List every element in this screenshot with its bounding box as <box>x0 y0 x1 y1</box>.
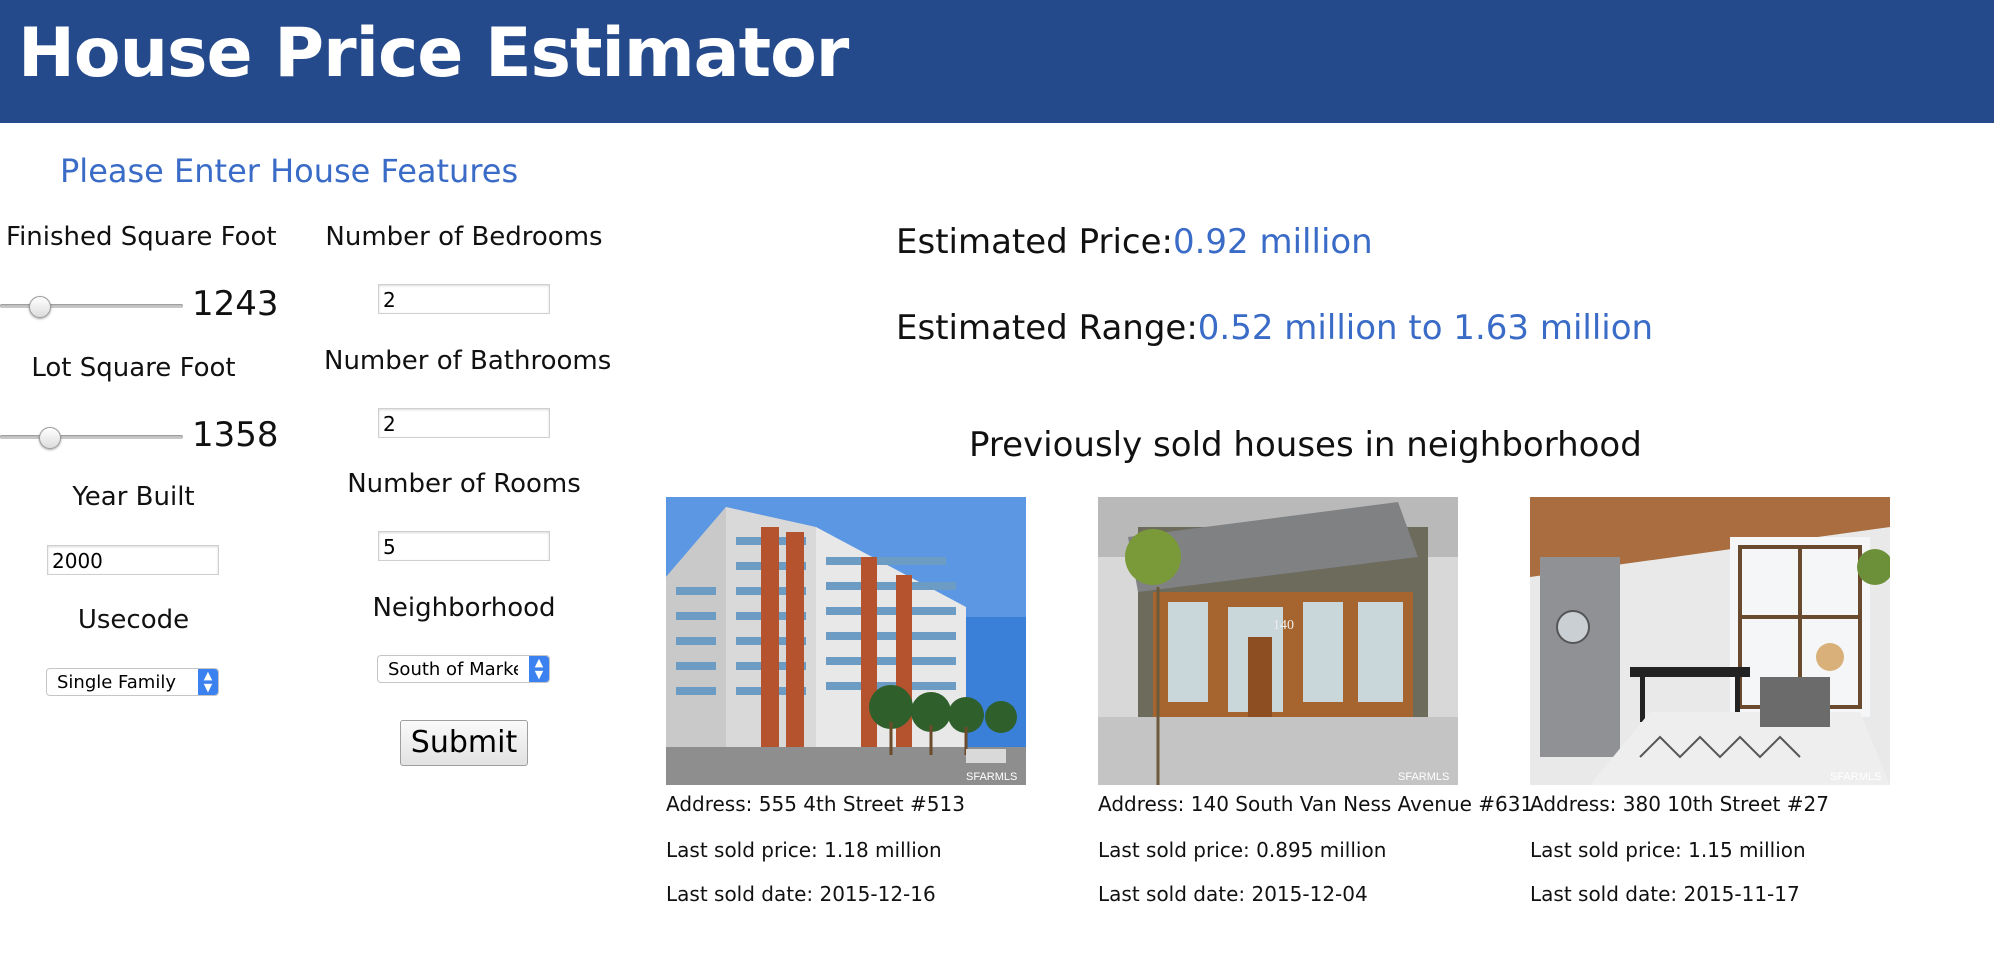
bathrooms-label: Number of Bathrooms <box>324 346 612 376</box>
neighborhood-label: Neighborhood <box>372 593 556 623</box>
neighborhood-select[interactable]: South of Market ▲ ▼ <box>377 655 550 683</box>
sqft-value: 1243 <box>192 284 279 324</box>
watermark-text: SFARMLS <box>1830 771 1881 783</box>
form-section-title: Please Enter House Features <box>60 152 519 190</box>
house-photo-3: SFARMLS <box>1530 497 1890 785</box>
select-arrows-icon[interactable]: ▲ ▼ <box>529 656 549 682</box>
estimated-price: Estimated Price:0.92 million <box>896 222 1373 262</box>
neighborhood-section-title: Previously sold houses in neighborhood <box>969 425 1642 465</box>
estimated-price-value: 0.92 million <box>1172 222 1373 262</box>
house-price-2: Last sold price: 0.895 million <box>1098 838 1387 862</box>
lot-label: Lot Square Foot <box>31 353 236 383</box>
neighborhood-selected: South of Market <box>388 659 518 680</box>
bedrooms-input[interactable]: 2 <box>378 284 550 314</box>
house-photo-2: 140 SFARMLS <box>1098 497 1458 785</box>
bedrooms-label: Number of Bedrooms <box>325 222 603 252</box>
estimated-range-value: 0.52 million to 1.63 million <box>1197 308 1654 348</box>
usecode-select[interactable]: Single Family ▲ ▼ <box>46 668 219 696</box>
house-address-2: Address: 140 South Van Ness Avenue #631 <box>1098 792 1534 816</box>
estimated-price-label: Estimated Price: <box>896 222 1173 262</box>
rooms-label: Number of Rooms <box>347 469 581 499</box>
house-price-1: Last sold price: 1.18 million <box>666 838 942 862</box>
sqft-slider-track[interactable] <box>0 304 183 308</box>
watermark-text: SFARMLS <box>1398 771 1449 783</box>
watermark-text: SFARMLS <box>966 771 1017 783</box>
lot-value: 1358 <box>192 415 279 455</box>
estimated-range: Estimated Range:0.52 million to 1.63 mil… <box>896 308 1653 348</box>
submit-button[interactable]: Submit <box>400 720 528 766</box>
usecode-label: Usecode <box>77 605 190 635</box>
sqft-label: Finished Square Foot <box>6 222 277 252</box>
house-date-1: Last sold date: 2015-12-16 <box>666 882 936 906</box>
house-price-3: Last sold price: 1.15 million <box>1530 838 1806 862</box>
lot-slider-thumb[interactable] <box>39 427 62 449</box>
header-bar: House Price Estimator <box>0 0 1994 123</box>
rooms-input[interactable]: 5 <box>378 531 550 561</box>
house-address-3: Address: 380 10th Street #27 <box>1530 792 1829 816</box>
usecode-selected: Single Family <box>57 672 176 693</box>
select-arrows-icon[interactable]: ▲ ▼ <box>198 669 218 695</box>
house-photo-1: SFARMLS <box>666 497 1026 785</box>
sqft-slider-thumb[interactable] <box>29 296 52 318</box>
estimated-range-label: Estimated Range: <box>896 308 1198 348</box>
bathrooms-input[interactable]: 2 <box>378 408 550 438</box>
house-address-1: Address: 555 4th Street #513 <box>666 792 965 816</box>
year-built-input[interactable]: 2000 <box>47 545 219 575</box>
lot-slider-track[interactable] <box>0 435 183 439</box>
year-built-label: Year Built <box>72 482 195 512</box>
house-date-3: Last sold date: 2015-11-17 <box>1530 882 1800 906</box>
house-date-2: Last sold date: 2015-12-04 <box>1098 882 1368 906</box>
page-title: House Price Estimator <box>18 14 849 93</box>
building-number: 140 <box>1273 618 1294 633</box>
